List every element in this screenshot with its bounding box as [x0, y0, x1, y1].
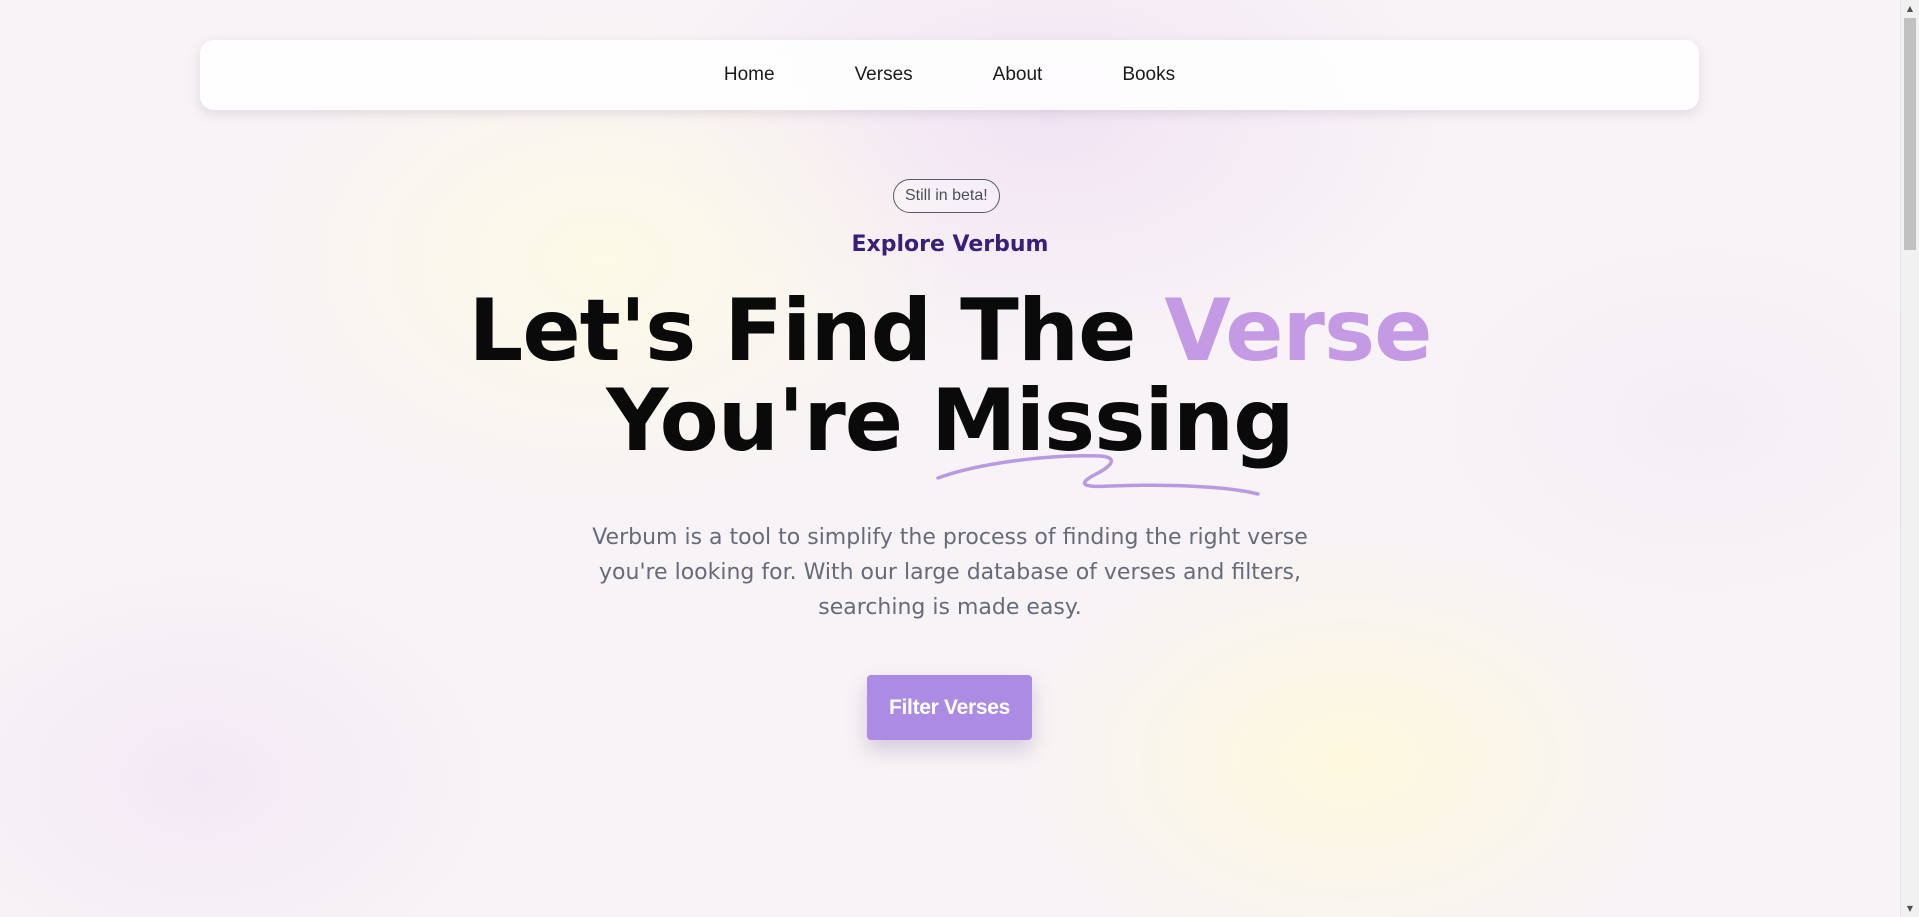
squiggle-underline-icon [936, 453, 1260, 496]
beta-badge: Still in beta! [893, 179, 1000, 213]
hero-description: Verbum is a tool to simplify the process… [592, 525, 1308, 620]
nav-link-about[interactable]: About [993, 64, 1043, 86]
page: Home Verses About Books Still in beta! E… [0, 0, 1900, 917]
top-navbar: Home Verses About Books [200, 40, 1699, 110]
headline-part-1: Let's Find The [468, 281, 1165, 381]
hero-eyebrow: Explore Verbum [851, 232, 1049, 257]
nav-link-verses[interactable]: Verses [855, 64, 913, 86]
scroll-down-icon[interactable]: ▼ [1901, 900, 1919, 917]
vertical-scrollbar[interactable]: ▲ ▼ [1900, 0, 1919, 917]
scroll-up-icon[interactable]: ▲ [1901, 0, 1919, 17]
nav-link-books[interactable]: Books [1122, 64, 1175, 86]
filter-verses-button[interactable]: Filter Verses [867, 675, 1032, 740]
nav-link-home[interactable]: Home [724, 64, 775, 86]
headline-accent-word: Verse [1164, 281, 1432, 381]
scroll-thumb[interactable] [1904, 18, 1916, 250]
hero-headline: Let's Find The Verse You're Missing [0, 286, 1900, 466]
headline-part-2: You're [606, 371, 931, 471]
